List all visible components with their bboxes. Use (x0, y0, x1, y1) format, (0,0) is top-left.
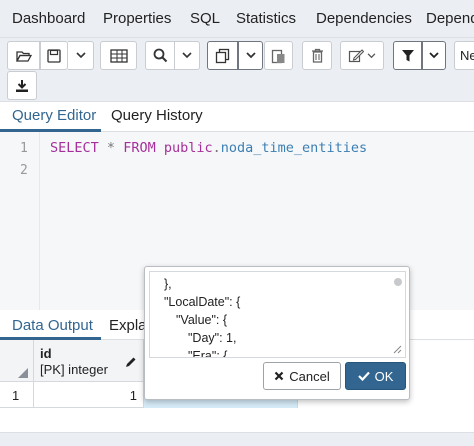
row-number: 1 (12, 388, 20, 403)
select-all-cell[interactable] (0, 340, 34, 382)
column-header-id[interactable]: id [PK] integer (34, 340, 144, 382)
download-icon (16, 79, 28, 92)
limit-button[interactable]: Ne (454, 41, 474, 70)
status-strip (0, 432, 474, 446)
edit-options-button[interactable] (340, 41, 384, 70)
limit-button-label: Ne (460, 48, 474, 63)
table-name: noda_time_entities (220, 140, 368, 156)
resize-handle-icon[interactable] (393, 345, 402, 354)
sql-code-line: SELECT * FROM public.noda_time_entities (50, 140, 367, 156)
tab-query-editor[interactable]: Query Editor (12, 107, 96, 124)
close-icon (274, 371, 284, 381)
row-number-cell: 1 (0, 382, 34, 408)
save-options-button[interactable] (68, 41, 94, 70)
tab-sql[interactable]: SQL (190, 10, 220, 27)
copy-button[interactable] (207, 41, 238, 70)
paste-icon (271, 49, 285, 63)
chevron-down-icon (182, 52, 192, 59)
tab-properties[interactable]: Properties (103, 10, 171, 27)
edit-icon (348, 49, 364, 63)
search-icon (153, 48, 167, 63)
schema-name: public (163, 140, 213, 156)
cancel-button[interactable]: Cancel (263, 362, 341, 390)
save-button[interactable] (40, 41, 68, 70)
tab-data-output[interactable]: Data Output (12, 317, 93, 334)
open-file-button[interactable] (7, 41, 40, 70)
paste-button[interactable] (264, 41, 293, 70)
chevron-down-icon (245, 52, 256, 59)
ok-label: OK (374, 368, 394, 384)
tab-dependencies[interactable]: Dependencies (316, 10, 412, 27)
line-number: 2 (20, 163, 28, 178)
id-value: 1 (129, 388, 137, 403)
dot-operator: . (212, 140, 221, 156)
keyword-select: SELECT (50, 140, 99, 156)
find-options-button[interactable] (175, 41, 200, 70)
column-type: [PK] integer (40, 362, 108, 377)
save-icon (47, 48, 61, 63)
query-tabs: Query Editor Query History (0, 102, 474, 132)
panel-tab-bar: Dashboard Properties SQL Statistics Depe… (0, 0, 474, 38)
json-line: "Day": 1, (188, 331, 237, 345)
delete-button[interactable] (302, 41, 332, 70)
id-cell[interactable]: 1 (34, 382, 144, 408)
download-button[interactable] (7, 71, 37, 100)
find-button[interactable] (145, 41, 175, 70)
keyword-from: FROM (123, 140, 156, 156)
json-line: "LocalDate": { (164, 295, 241, 309)
filter-options-button[interactable] (422, 41, 446, 70)
chevron-down-icon (429, 52, 439, 59)
json-line: }, (164, 277, 172, 291)
query-toolbar: Ne (0, 38, 474, 102)
select-all-triangle-icon (18, 368, 28, 378)
json-editor-popup: }, "LocalDate": { "Value": { "Day": 1, "… (144, 266, 410, 400)
line-number-gutter: 1 2 (0, 132, 40, 310)
filter-button[interactable] (393, 41, 422, 70)
grid-icon (109, 48, 128, 63)
tab-dependents[interactable]: Dependen (426, 10, 474, 27)
cancel-label: Cancel (289, 368, 330, 384)
tab-statistics[interactable]: Statistics (236, 10, 296, 27)
json-line: "Era": { (188, 349, 228, 358)
edit-data-button[interactable] (100, 41, 137, 70)
star-operator: * (106, 140, 116, 156)
json-line: "Value": { (176, 313, 228, 327)
chevron-down-icon (75, 52, 86, 59)
folder-open-icon (15, 50, 32, 62)
line-number: 1 (20, 141, 28, 156)
ok-button[interactable]: OK (345, 362, 406, 390)
scroll-thumb[interactable] (394, 278, 402, 286)
filter-icon (401, 49, 414, 61)
tab-explain[interactable]: Expla (109, 317, 147, 334)
copy-options-button[interactable] (238, 41, 263, 70)
json-textarea[interactable]: }, "LocalDate": { "Value": { "Day": 1, "… (149, 271, 406, 358)
copy-icon (215, 48, 229, 63)
check-icon (357, 371, 370, 381)
pencil-icon (126, 357, 136, 367)
delete-icon (311, 48, 323, 63)
column-name: id (40, 346, 52, 361)
tab-query-history[interactable]: Query History (111, 107, 203, 124)
chevron-down-icon (367, 52, 376, 58)
tab-dashboard[interactable]: Dashboard (12, 10, 85, 27)
